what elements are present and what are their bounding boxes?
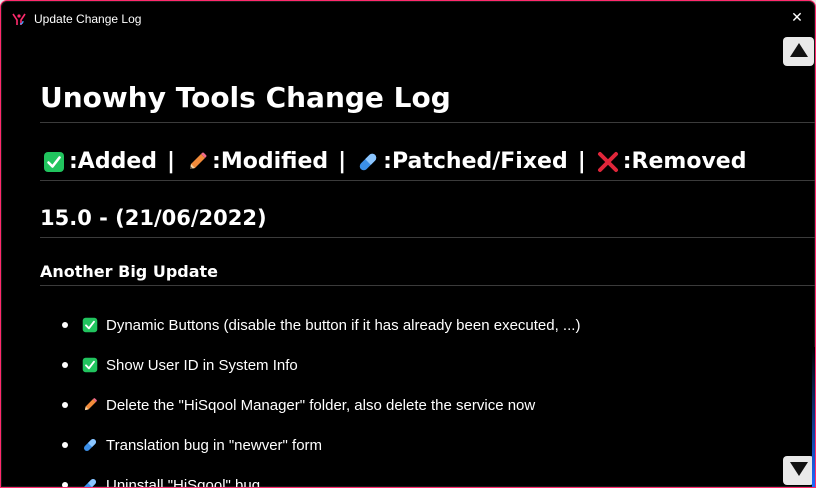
list-item: Delete the "HiSqool Manager" folder, als… — [40, 385, 580, 425]
scroll-up-button[interactable] — [783, 37, 814, 66]
change-list: Dynamic Buttons (disable the button if i… — [40, 305, 580, 488]
pencil-icon — [82, 397, 98, 413]
list-item-text: Uninstall "HiSqool" bug — [106, 476, 261, 488]
window-title: Update Change Log — [34, 12, 142, 26]
changelog-content[interactable]: Unowhy Tools Change Log :Added | :Modifi… — [40, 35, 815, 488]
pill-icon — [82, 477, 98, 487]
list-item-text: Translation bug in "newver" form — [106, 436, 323, 454]
legend: :Added | :Modified | :Patched/Fixed | :R… — [42, 149, 746, 174]
bullet — [62, 482, 68, 487]
app-logo-icon — [11, 11, 27, 27]
scroll-down-button[interactable] — [783, 456, 814, 485]
version-heading: 15.0 - (21/06/2022) — [40, 206, 267, 230]
page-title: Unowhy Tools Change Log — [40, 81, 451, 114]
legend-separator: | — [338, 149, 347, 174]
list-item: Dynamic Buttons (disable the button if i… — [40, 305, 580, 345]
close-icon: ✕ — [791, 10, 803, 26]
close-button[interactable]: ✕ — [783, 5, 811, 31]
divider — [40, 237, 815, 238]
legend-separator: | — [167, 149, 176, 174]
pill-icon — [82, 437, 98, 453]
divider — [40, 122, 815, 123]
list-item: Translation bug in "newver" form — [40, 425, 580, 465]
title-bar[interactable]: Update Change Log ✕ — [1, 1, 815, 35]
list-item-text: Show User ID in System Info — [106, 356, 298, 374]
bullet — [62, 442, 68, 448]
bullet — [62, 402, 68, 408]
divider — [40, 180, 815, 181]
legend-added-label: :Added — [69, 149, 157, 174]
legend-modified-label: :Modified — [212, 149, 329, 174]
legend-removed-label: :Removed — [622, 149, 747, 174]
legend-separator: | — [577, 149, 586, 174]
list-item: Uninstall "HiSqool" bug — [40, 465, 580, 488]
pill-icon — [356, 150, 380, 174]
update-changelog-window: Update Change Log ✕ Unowhy Tools Change … — [0, 0, 816, 488]
legend-fixed-label: :Patched/Fixed — [383, 149, 568, 174]
list-item-text: Delete the "HiSqool Manager" folder, als… — [106, 396, 536, 414]
list-item-text: Dynamic Buttons (disable the button if i… — [106, 316, 581, 334]
arrow-down-icon — [789, 461, 809, 481]
bullet — [62, 362, 68, 368]
pencil-icon — [185, 150, 209, 174]
check-mark-button-icon — [82, 317, 98, 333]
list-item: Show User ID in System Info — [40, 345, 580, 385]
divider — [40, 285, 815, 286]
check-mark-button-icon — [82, 357, 98, 373]
check-mark-button-icon — [42, 150, 66, 174]
arrow-up-icon — [789, 42, 809, 62]
cross-mark-icon — [596, 150, 620, 174]
bullet — [62, 322, 68, 328]
section-heading: Another Big Update — [40, 262, 219, 281]
